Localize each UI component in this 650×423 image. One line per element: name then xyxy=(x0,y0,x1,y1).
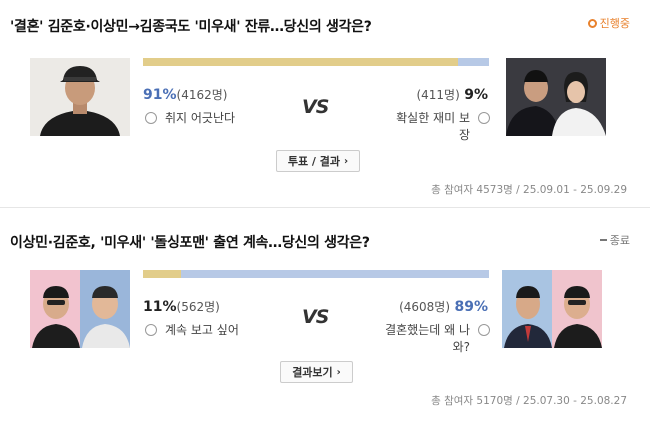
status-label: 종료 xyxy=(609,234,630,247)
vote-ratio-bar xyxy=(143,270,489,278)
right-option-radio[interactable] xyxy=(478,112,490,124)
person-photo-icon xyxy=(30,58,130,136)
view-results-button-label[interactable]: 결과보기 xyxy=(292,364,332,380)
chevron-right-icon: › xyxy=(344,155,349,167)
right-count: (4608명) xyxy=(399,300,451,314)
right-option-label[interactable]: 결혼했는데 왜 나와? xyxy=(380,322,470,356)
view-results-button[interactable]: 결과보기 › xyxy=(280,361,353,383)
right-result: (4608명) 89% xyxy=(399,298,488,315)
divider xyxy=(0,207,650,208)
poll-meta: 총 참여자 5170명 / 25.07.30 - 25.08.27 xyxy=(431,395,627,407)
right-percent: 89% xyxy=(454,299,488,315)
bar-left-fill xyxy=(143,270,182,278)
right-percent: 9% xyxy=(464,87,488,103)
circle-icon xyxy=(587,18,597,28)
left-option-photo xyxy=(30,270,130,348)
status-badge: 진행중 xyxy=(587,15,630,31)
left-option-radio[interactable] xyxy=(145,324,157,336)
left-count: (562명) xyxy=(176,300,220,314)
vs-label: VS xyxy=(302,306,329,328)
left-option-radio[interactable] xyxy=(145,112,157,124)
vote-result-button[interactable]: 투표 / 결과 › xyxy=(276,150,360,172)
left-percent: 11% xyxy=(143,299,177,315)
left-option[interactable]: 취지 어긋난다 xyxy=(145,110,251,127)
left-option[interactable]: 계속 보고 싶어 xyxy=(145,322,251,339)
right-option[interactable]: 결혼했는데 왜 나와? xyxy=(380,322,490,356)
wedding-photo-icon xyxy=(506,58,606,136)
dash-icon xyxy=(599,239,607,241)
poll-card-2: 이상민·김준호, '미우새' '돌싱포맨' 출연 계속…당신의 생각은? 종료 … xyxy=(0,220,650,423)
poll-title[interactable]: 이상민·김준호, '미우새' '돌싱포맨' 출연 계속…당신의 생각은? xyxy=(10,232,370,252)
status-badge: 종료 xyxy=(599,232,630,248)
bar-right-fill xyxy=(457,58,489,66)
two-persons-photo-icon xyxy=(30,270,130,348)
poll-meta: 총 참여자 4573명 / 25.09.01 - 25.09.29 xyxy=(431,184,627,196)
left-option-label[interactable]: 계속 보고 싶어 xyxy=(165,322,251,339)
right-option-radio[interactable] xyxy=(478,324,490,336)
right-option-photo xyxy=(506,58,606,136)
left-option-photo xyxy=(30,58,130,136)
right-option[interactable]: 확실한 재미 보장 xyxy=(392,110,490,144)
right-result: (411명) 9% xyxy=(416,86,488,103)
bar-left-fill xyxy=(143,58,458,66)
two-persons-photo-icon xyxy=(502,270,602,348)
vs-label: VS xyxy=(302,96,329,118)
bar-right-fill xyxy=(181,270,489,278)
left-count: (4162명) xyxy=(176,88,228,102)
left-result: 11%(562명) xyxy=(143,298,220,315)
right-count: (411명) xyxy=(416,88,460,102)
right-option-label[interactable]: 확실한 재미 보장 xyxy=(392,110,470,144)
vote-ratio-bar xyxy=(143,58,489,66)
chevron-right-icon: › xyxy=(336,366,341,378)
poll-card-1: '결혼' 김준호·이상민→김종국도 '미우새' 잔류…당신의 생각은? 진행중 … xyxy=(0,0,650,212)
left-option-label[interactable]: 취지 어긋난다 xyxy=(165,110,251,127)
poll-title[interactable]: '결혼' 김준호·이상민→김종국도 '미우새' 잔류…당신의 생각은? xyxy=(10,16,372,36)
status-label: 진행중 xyxy=(599,17,630,30)
left-result: 91%(4162명) xyxy=(143,86,227,103)
right-option-photo xyxy=(502,270,602,348)
vote-result-button-label[interactable]: 투표 / 결과 xyxy=(288,153,340,169)
left-percent: 91% xyxy=(143,87,177,103)
